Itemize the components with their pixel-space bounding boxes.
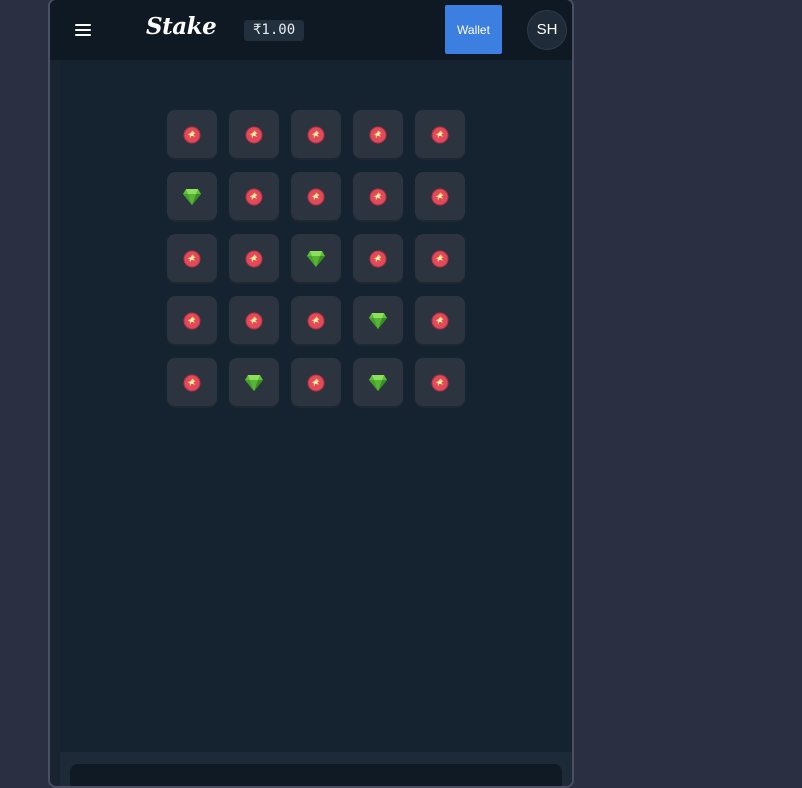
mine-icon — [183, 374, 201, 392]
mine-tile[interactable] — [353, 358, 403, 408]
mine-tile[interactable] — [353, 296, 403, 346]
mine-icon — [431, 312, 449, 330]
mine-icon — [431, 250, 449, 268]
user-avatar[interactable]: SH — [527, 10, 567, 50]
gem-icon — [245, 375, 263, 391]
top-navigation-bar: Stake ₹1.00 Wallet SH — [50, 0, 572, 60]
mine-tile[interactable] — [167, 296, 217, 346]
mine-icon — [307, 374, 325, 392]
mine-tile[interactable] — [415, 234, 465, 284]
wallet-button[interactable]: Wallet — [445, 5, 502, 54]
balance-display[interactable]: ₹1.00 — [244, 20, 305, 41]
mine-icon — [183, 126, 201, 144]
gem-icon — [369, 313, 387, 329]
mine-tile[interactable] — [291, 296, 341, 346]
mine-tile[interactable] — [167, 172, 217, 222]
bet-controls-panel — [60, 752, 572, 786]
mine-icon — [431, 374, 449, 392]
mine-icon — [307, 188, 325, 206]
mine-tile[interactable] — [291, 234, 341, 284]
mine-tile[interactable] — [167, 358, 217, 408]
gem-icon — [183, 189, 201, 205]
mine-tile[interactable] — [353, 172, 403, 222]
mine-icon — [245, 250, 263, 268]
mine-tile[interactable] — [229, 172, 279, 222]
gem-icon — [307, 251, 325, 267]
bet-controls-bar — [70, 764, 562, 786]
mine-icon — [245, 312, 263, 330]
mine-icon — [245, 188, 263, 206]
mine-tile[interactable] — [229, 234, 279, 284]
game-window: Stake ₹1.00 Wallet SH — [48, 0, 574, 788]
mine-icon — [183, 250, 201, 268]
gem-icon — [369, 375, 387, 391]
mine-icon — [369, 126, 387, 144]
mine-tile[interactable] — [167, 110, 217, 160]
mine-tile[interactable] — [415, 110, 465, 160]
mine-icon — [369, 250, 387, 268]
stake-logo[interactable]: Stake — [146, 13, 217, 40]
mine-icon — [431, 188, 449, 206]
mine-tile[interactable] — [291, 172, 341, 222]
mine-tile[interactable] — [291, 110, 341, 160]
scroll-track — [572, 60, 574, 788]
mine-icon — [307, 126, 325, 144]
mine-icon — [369, 188, 387, 206]
mine-tile[interactable] — [415, 296, 465, 346]
mine-tile[interactable] — [353, 234, 403, 284]
mine-icon — [307, 312, 325, 330]
mines-grid — [167, 110, 465, 408]
mine-icon — [431, 126, 449, 144]
mine-icon — [183, 312, 201, 330]
mine-tile[interactable] — [291, 358, 341, 408]
mine-tile[interactable] — [229, 110, 279, 160]
mine-tile[interactable] — [229, 296, 279, 346]
mine-tile[interactable] — [353, 110, 403, 160]
mine-tile[interactable] — [167, 234, 217, 284]
mine-tile[interactable] — [415, 172, 465, 222]
mine-icon — [245, 126, 263, 144]
mine-tile[interactable] — [229, 358, 279, 408]
menu-icon[interactable] — [72, 19, 94, 41]
mine-tile[interactable] — [415, 358, 465, 408]
game-area — [60, 60, 572, 752]
